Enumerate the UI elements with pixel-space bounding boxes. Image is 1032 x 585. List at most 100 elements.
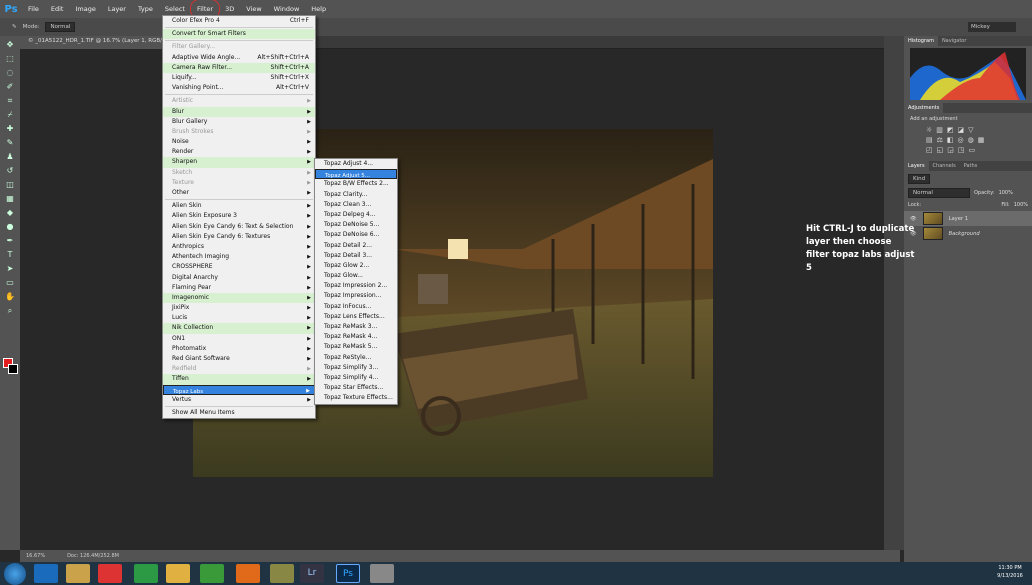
brush-tool-icon[interactable]: ✎	[12, 24, 17, 30]
app-icon[interactable]	[270, 564, 294, 583]
menu-item[interactable]: Sharpen ▶	[163, 157, 315, 168]
layer-row[interactable]: 👁 Layer 1	[904, 211, 1032, 226]
background-color-swatch[interactable]	[8, 364, 18, 374]
menu-item[interactable]: Vertus ▶	[163, 395, 315, 405]
menu-item[interactable]: Other ▶	[163, 188, 315, 198]
menu-type[interactable]: Type	[132, 0, 159, 18]
threshold-icon[interactable]: ◲	[947, 146, 954, 154]
menu-item[interactable]: Topaz Star Effects...	[315, 383, 397, 393]
crop-tool-icon[interactable]: ⌗	[4, 95, 16, 106]
menu-item[interactable]: Topaz ReMask 3...	[315, 322, 397, 332]
menu-item[interactable]: Liquify... Shift+Ctrl+X	[163, 73, 315, 83]
menu-item[interactable]: JixiPix ▶	[163, 303, 315, 313]
menu-item[interactable]: Blur ▶	[163, 106, 315, 117]
menu-item[interactable]: Redfield ▶	[163, 364, 315, 374]
document-tab[interactable]: © _01A5122_HDR_1.TIF @ 16.7% (Layer 1, R…	[20, 36, 179, 49]
levels-icon[interactable]: ▥	[936, 126, 943, 134]
menu-edit[interactable]: Edit	[45, 0, 70, 18]
menu-item[interactable]: Artistic ▶	[163, 96, 315, 106]
shape-tool-icon[interactable]: ▭	[4, 277, 16, 288]
menu-item[interactable]: Topaz Glow 2...	[315, 261, 397, 271]
menu-item[interactable]: Flaming Pear ▶	[163, 283, 315, 293]
tab-histogram[interactable]: Histogram	[904, 36, 938, 46]
gradient-map-icon[interactable]: ▭	[969, 146, 976, 154]
menu-item[interactable]: Noise ▶	[163, 137, 315, 147]
menu-item[interactable]: Digital Anarchy ▶	[163, 273, 315, 283]
menu-item[interactable]: Color Efex Pro 4 Ctrl+F	[163, 16, 315, 26]
blend-mode-select[interactable]: Normal	[908, 188, 970, 198]
tab-adjustments[interactable]: Adjustments	[904, 103, 944, 113]
history-brush-icon[interactable]: ↺	[4, 165, 16, 176]
menu-item[interactable]: Alien Skin Exposure 3 ▶	[163, 211, 315, 221]
tab-paths[interactable]: Paths	[960, 161, 982, 171]
menu-item[interactable]: Topaz Clarity...	[315, 190, 397, 200]
menu-item[interactable]: Topaz DeNoise 5...	[315, 220, 397, 230]
layer-name[interactable]: Layer 1	[949, 216, 968, 222]
fill-value[interactable]: 100%	[1014, 202, 1028, 208]
menu-layer[interactable]: Layer	[102, 0, 132, 18]
menu-item[interactable]: Imagenomic ▶	[163, 292, 315, 304]
menu-item[interactable]: Topaz Adjust 5...	[315, 169, 397, 180]
menu-item[interactable]: Athentech Imaging ▶	[163, 252, 315, 262]
eraser-tool-icon[interactable]: ◫	[4, 179, 16, 190]
menu-item[interactable]: Filter Gallery...	[163, 42, 315, 52]
menu-item[interactable]: Sketch ▶	[163, 168, 315, 178]
curves-icon[interactable]: ◩	[947, 126, 954, 134]
menu-item[interactable]: Texture ▶	[163, 178, 315, 188]
menu-file[interactable]: File	[22, 0, 45, 18]
menu-item[interactable]: Lucis ▶	[163, 313, 315, 323]
menu-item[interactable]: Tiffen ▶	[163, 374, 315, 385]
menu-item[interactable]: Render ▶	[163, 147, 315, 157]
mode-select[interactable]: Normal	[45, 22, 76, 32]
menu-item[interactable]: Topaz Delpeg 4...	[315, 210, 397, 220]
start-button[interactable]	[4, 563, 26, 585]
menu-item[interactable]: Topaz Adjust 4...	[315, 159, 397, 169]
quick-select-tool-icon[interactable]: ✐	[4, 81, 16, 92]
menu-item[interactable]: Camera Raw Filter... Shift+Ctrl+A	[163, 62, 315, 73]
vibrance-icon[interactable]: ▽	[968, 126, 973, 134]
gradient-tool-icon[interactable]: ▦	[4, 193, 16, 204]
dodge-tool-icon[interactable]: ●	[4, 221, 16, 232]
menu-image[interactable]: Image	[69, 0, 101, 18]
menu-item[interactable]: Topaz Lens Effects...	[315, 312, 397, 322]
move-tool-icon[interactable]: ✥	[4, 39, 16, 50]
path-select-icon[interactable]: ➤	[4, 263, 16, 274]
hue-icon[interactable]: ▤	[926, 136, 933, 144]
brightness-icon[interactable]: ☼	[926, 126, 932, 134]
menu-item[interactable]: Blur Gallery ▶	[163, 117, 315, 127]
menu-item[interactable]: Nik Collection ▶	[163, 323, 315, 334]
menu-item[interactable]: Topaz ReMask 5...	[315, 342, 397, 352]
menu-item[interactable]: Alien Skin Eye Candy 6: Textures ▶	[163, 232, 315, 242]
invert-icon[interactable]: ◰	[926, 146, 933, 154]
menu-item[interactable]: Topaz Simplify 3...	[315, 363, 397, 373]
menu-item[interactable]: Topaz ReStyle...	[315, 353, 397, 363]
opacity-value[interactable]: 100%	[999, 190, 1013, 196]
menu-item[interactable]: Topaz Impression...	[315, 291, 397, 301]
photo-filter-icon[interactable]: ◎	[958, 136, 964, 144]
eye-icon[interactable]: 👁	[910, 216, 917, 222]
menu-item[interactable]: ON1 ▶	[163, 334, 315, 344]
type-tool-icon[interactable]: T	[4, 249, 16, 260]
menu-item[interactable]: Anthropics ▶	[163, 242, 315, 252]
tab-navigator[interactable]: Navigator	[938, 36, 970, 46]
sync-icon[interactable]	[200, 564, 224, 583]
menu-item[interactable]: Topaz InFocus...	[315, 302, 397, 312]
ie-icon[interactable]	[34, 564, 58, 583]
workspace-select[interactable]: Mickey	[968, 22, 1016, 32]
app-icon[interactable]	[370, 564, 394, 583]
menu-item[interactable]: Topaz Labs ▶	[163, 384, 315, 395]
tab-channels[interactable]: Channels	[929, 161, 960, 171]
chrome-icon[interactable]	[134, 564, 158, 583]
exposure-icon[interactable]: ◪	[958, 126, 965, 134]
hand-tool-icon[interactable]: ✋	[4, 291, 16, 302]
bw-icon[interactable]: ◧	[947, 136, 954, 144]
menu-item[interactable]: Topaz Clean 3...	[315, 200, 397, 210]
menu-item[interactable]: Adaptive Wide Angle... Alt+Shift+Ctrl+A	[163, 53, 315, 63]
menu-item[interactable]: Photomatix ▶	[163, 344, 315, 354]
menu-item[interactable]: Alien Skin Eye Candy 6: Text & Selection…	[163, 222, 315, 232]
tab-layers[interactable]: Layers	[904, 161, 929, 171]
zoom-tool-icon[interactable]: ⌕	[4, 305, 16, 316]
menu-item[interactable]: Topaz Simplify 4...	[315, 373, 397, 383]
menu-item[interactable]: Topaz ReMask 4...	[315, 332, 397, 342]
menu-item[interactable]: Vanishing Point... Alt+Ctrl+V	[163, 83, 315, 93]
